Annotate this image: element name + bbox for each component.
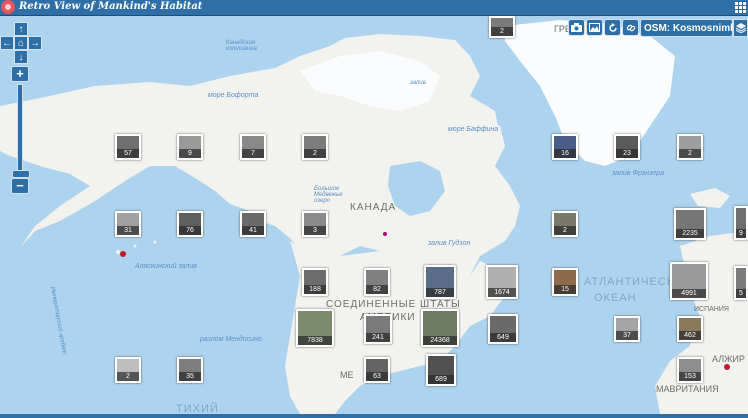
- map-basemap: [0, 16, 748, 414]
- photo-cluster[interactable]: 7: [240, 134, 266, 160]
- photo-cluster[interactable]: 35: [177, 357, 203, 383]
- photo-cluster[interactable]: 2: [552, 211, 578, 237]
- label-beaufort: море Бофорта: [208, 92, 259, 99]
- label-atlantic-1: АТЛАНТИЧЕСКИ: [584, 276, 684, 288]
- zoom-slider-handle[interactable]: [12, 170, 30, 178]
- photo-cluster[interactable]: 241: [364, 314, 392, 344]
- map-canvas[interactable]: КАНАДА СОЕДИНЕННЫЕ ШТАТЫ АМЕРИКИ АТЛАНТИ…: [0, 16, 748, 415]
- apps-grid-icon[interactable]: [735, 2, 746, 13]
- header-bar: Retro View of Mankind's Habitat: [0, 0, 748, 16]
- label-great-bear: Большое Медвежье озеро: [314, 186, 343, 204]
- label-canada-basin: Канадская котловина: [226, 40, 257, 52]
- photo-cluster[interactable]: 23: [614, 134, 640, 160]
- photo-cluster[interactable]: 41: [240, 211, 266, 237]
- photo-cluster[interactable]: 2: [489, 16, 515, 38]
- photo-cluster[interactable]: 3: [302, 211, 328, 237]
- zoom-slider-track[interactable]: [17, 84, 23, 178]
- zoom-in-button[interactable]: +: [11, 66, 29, 82]
- photo-cluster[interactable]: 9: [177, 134, 203, 160]
- photo-cluster[interactable]: 1674: [486, 265, 518, 299]
- photo-cluster[interactable]: 2: [115, 357, 141, 383]
- image-icon[interactable]: [586, 19, 603, 36]
- photo-cluster[interactable]: 2235: [674, 208, 706, 240]
- photo-cluster[interactable]: 24368: [421, 309, 459, 347]
- photo-cluster[interactable]: 31: [115, 211, 141, 237]
- link-icon[interactable]: [622, 19, 639, 36]
- photo-cluster[interactable]: 16: [552, 134, 578, 160]
- footer-bar: [0, 414, 748, 418]
- pan-right-button[interactable]: →: [28, 36, 42, 50]
- photo-cluster[interactable]: 7838: [296, 309, 334, 347]
- photo-cluster[interactable]: 63: [364, 357, 390, 383]
- photo-cluster[interactable]: 2: [677, 134, 703, 160]
- label-alaska-gulf: Аляскинский залив: [135, 263, 197, 270]
- pan-controls: ↑ ← ⌂ → ↓: [0, 22, 44, 66]
- photo-cluster[interactable]: 57: [115, 134, 141, 160]
- photo-cluster[interactable]: 76: [177, 211, 203, 237]
- label-mexico: МЕ: [340, 370, 354, 380]
- photo-cluster[interactable]: 188: [302, 268, 328, 296]
- layers-icon[interactable]: [733, 19, 748, 37]
- photo-cluster[interactable]: 689: [426, 354, 456, 386]
- photo-cluster[interactable]: 462: [677, 316, 703, 342]
- label-spain: ИСПАНИЯ: [694, 306, 729, 313]
- marker-pin[interactable]: [120, 251, 126, 257]
- logo-icon[interactable]: [1, 0, 15, 14]
- pan-up-button[interactable]: ↑: [14, 22, 28, 36]
- home-button[interactable]: ⌂: [14, 36, 28, 50]
- photo-cluster[interactable]: 9: [734, 206, 748, 240]
- photo-cluster[interactable]: 82: [364, 268, 390, 296]
- photo-cluster[interactable]: 787: [424, 265, 456, 299]
- label-gulf: залив: [410, 80, 426, 86]
- label-pacific: ТИХИЙ: [176, 403, 219, 415]
- pan-left-button[interactable]: ←: [0, 36, 14, 50]
- photo-cluster[interactable]: 15: [552, 268, 578, 296]
- zoom-out-button[interactable]: −: [11, 178, 29, 194]
- camera-icon[interactable]: [568, 19, 585, 36]
- label-fram: залив Фрэнзера: [612, 170, 664, 177]
- label-mauritania: МАВРИТАНИЯ: [656, 384, 719, 394]
- pan-down-button[interactable]: ↓: [14, 50, 28, 64]
- photo-cluster[interactable]: 649: [488, 314, 518, 344]
- refresh-icon[interactable]: [604, 19, 621, 36]
- photo-cluster[interactable]: 5: [734, 266, 748, 300]
- label-algeria: АЛЖИР: [712, 354, 745, 364]
- label-baffin: море Баффина: [448, 126, 499, 133]
- label-hudson: залив Гудзон: [428, 240, 471, 247]
- photo-cluster[interactable]: 37: [614, 316, 640, 342]
- layer-selector[interactable]: OSM: Kosmosnimki: [640, 19, 738, 37]
- photo-cluster[interactable]: 2: [302, 134, 328, 160]
- page-title: Retro View of Mankind's Habitat: [19, 1, 203, 12]
- marker-pin[interactable]: [724, 364, 730, 370]
- city-dot: [383, 232, 387, 236]
- label-atlantic-2: ОКЕАН: [594, 292, 637, 304]
- photo-cluster[interactable]: 153: [677, 357, 703, 383]
- zoom-control: + −: [11, 66, 30, 198]
- label-mendocino: разлом Мендосино: [200, 336, 262, 343]
- photo-cluster[interactable]: 4991: [670, 262, 708, 300]
